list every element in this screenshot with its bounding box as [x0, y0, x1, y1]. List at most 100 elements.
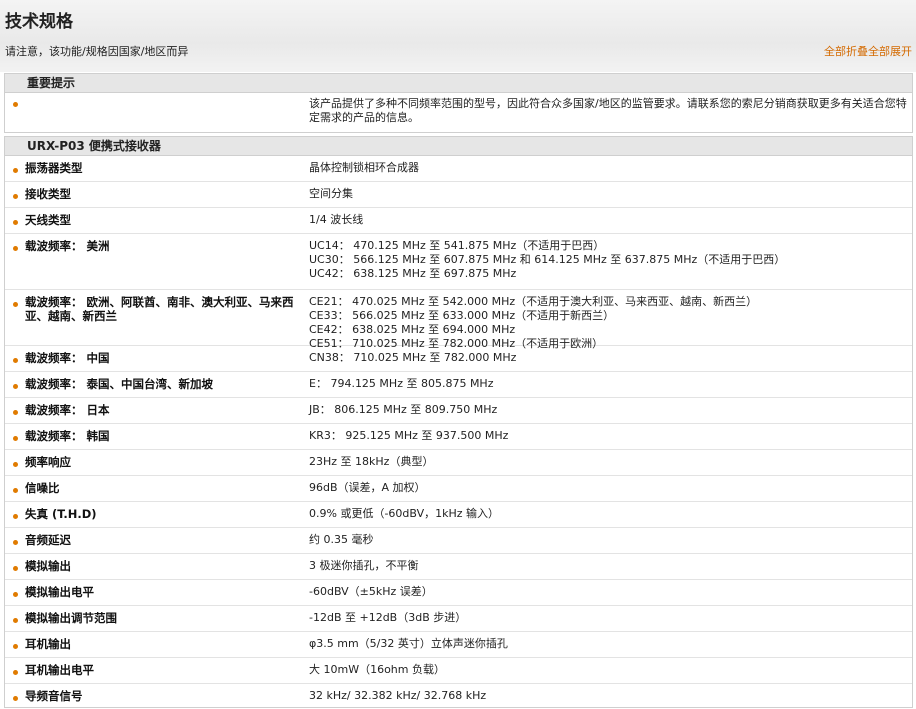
spec-label: 导频音信号 — [25, 689, 83, 703]
spec-row: 模拟输出 3 极迷你插孔，不平衡 — [5, 554, 912, 580]
spec-value-line: CE33： 566.025 MHz 至 633.000 MHz（不适用于新西兰） — [309, 309, 615, 322]
spec-row: 音频延迟 约 0.35 毫秒 — [5, 528, 912, 554]
bullet-icon — [13, 514, 18, 519]
spec-value-line: 96dB（误差，A 加权） — [309, 481, 426, 494]
bullet-icon — [13, 358, 18, 363]
spec-label: 天线类型 — [25, 213, 71, 227]
spec-value: -60dBV（±5kHz 误差） — [309, 585, 909, 599]
spec-value: φ3.5 mm（5/32 英寸）立体声迷你插孔 — [309, 637, 909, 651]
spec-value-line: φ3.5 mm（5/32 英寸）立体声迷你插孔 — [309, 637, 508, 650]
bullet-icon — [13, 302, 18, 307]
spec-row: 载波频率： 韩国 KR3： 925.125 MHz 至 937.500 MHz — [5, 424, 912, 450]
spec-value-line: UC14： 470.125 MHz 至 541.875 MHz（不适用于巴西） — [309, 239, 605, 252]
spec-value: JB： 806.125 MHz 至 809.750 MHz — [309, 403, 909, 417]
spec-label: 耳机输出电平 — [25, 663, 94, 677]
collapse-expand-all-link[interactable]: 全部折叠全部展开 — [824, 43, 912, 59]
spec-value-line: UC30： 566.125 MHz 至 607.875 MHz 和 614.12… — [309, 253, 786, 266]
spec-row: 模拟输出电平 -60dBV（±5kHz 误差） — [5, 580, 912, 606]
bullet-icon — [13, 670, 18, 675]
spec-label: 音频延迟 — [25, 533, 71, 547]
spec-value-line: CN38： 710.025 MHz 至 782.000 MHz — [309, 351, 517, 364]
spec-value: -12dB 至 +12dB（3dB 步进） — [309, 611, 909, 625]
spec-row: 载波频率： 日本 JB： 806.125 MHz 至 809.750 MHz — [5, 398, 912, 424]
spec-value: KR3： 925.125 MHz 至 937.500 MHz — [309, 429, 909, 443]
important-text: 该产品提供了多种不同频率范围的型号，因此符合众多国家/地区的监管要求。请联系您的… — [309, 97, 907, 124]
spec-value-line: 大 10mW（16ohm 负载） — [309, 663, 445, 676]
spec-value: 96dB（误差，A 加权） — [309, 481, 909, 495]
spec-row: 耳机输出电平 大 10mW（16ohm 负载） — [5, 658, 912, 684]
spec-value-line: -60dBV（±5kHz 误差） — [309, 585, 433, 598]
page-header: 技术规格 请注意，该功能/规格因国家/地区而异 全部折叠全部展开 — [0, 0, 916, 72]
spec-row: 载波频率： 美洲 UC14： 470.125 MHz 至 541.875 MHz（… — [5, 234, 912, 290]
bullet-icon — [13, 618, 18, 623]
spec-value-line: 约 0.35 毫秒 — [309, 533, 374, 546]
spec-label: 模拟输出 — [25, 559, 71, 573]
spec-value-line: 3 极迷你插孔，不平衡 — [309, 559, 419, 572]
spec-row: 信噪比 96dB（误差，A 加权） — [5, 476, 912, 502]
spec-value-line: JB： 806.125 MHz 至 809.750 MHz — [309, 403, 498, 416]
spec-value: 0.9% 或更低（-60dBV，1kHz 输入） — [309, 507, 909, 521]
spec-label: 载波频率： 欧洲、阿联酋、南非、澳大利亚、马来西亚、越南、新西兰 — [25, 295, 294, 323]
spec-value: 晶体控制锁相环合成器 — [309, 161, 909, 175]
spec-value-line: KR3： 925.125 MHz 至 937.500 MHz — [309, 429, 509, 442]
spec-value: 1/4 波长线 — [309, 213, 909, 227]
spec-value: 32 kHz/ 32.382 kHz/ 32.768 kHz — [309, 689, 909, 703]
bullet-icon — [13, 436, 18, 441]
spec-row: 载波频率： 中国 CN38： 710.025 MHz 至 782.000 MHz — [5, 346, 912, 372]
bullet-icon — [13, 644, 18, 649]
bullet-icon — [13, 102, 18, 107]
spec-value-line: 空间分集 — [309, 187, 353, 200]
spec-value: CN38： 710.025 MHz 至 782.000 MHz — [309, 351, 909, 365]
spec-label: 模拟输出调节范围 — [25, 611, 117, 625]
bullet-icon — [13, 246, 18, 251]
spec-label: 模拟输出电平 — [25, 585, 94, 599]
important-heading[interactable]: 重要提示 — [5, 74, 912, 93]
bullet-icon — [13, 566, 18, 571]
spec-value-line: 1/4 波长线 — [309, 213, 364, 226]
spec-label: 载波频率： 韩国 — [25, 429, 110, 443]
spec-label: 载波频率： 日本 — [25, 403, 110, 417]
important-section: 重要提示 该产品提供了多种不同频率范围的型号，因此符合众多国家/地区的监管要求。… — [4, 73, 913, 133]
bullet-icon — [13, 220, 18, 225]
spec-label: 载波频率： 泰国、中国台湾、新加坡 — [25, 377, 214, 391]
spec-row: 导频音信号 32 kHz/ 32.382 kHz/ 32.768 kHz — [5, 684, 912, 709]
spec-value-line: 32 kHz/ 32.382 kHz/ 32.768 kHz — [309, 689, 487, 702]
bullet-icon — [13, 488, 18, 493]
bullet-icon — [13, 168, 18, 173]
spec-label: 失真 (T.H.D) — [25, 507, 97, 521]
bullet-icon — [13, 592, 18, 597]
specs-section: URX-P03 便携式接收器 振荡器类型 晶体控制锁相环合成器接收类型 空间分集天线… — [4, 136, 913, 708]
spec-label: 信噪比 — [25, 481, 60, 495]
spec-label: 载波频率： 美洲 — [25, 239, 110, 253]
spec-label: 载波频率： 中国 — [25, 351, 110, 365]
spec-label: 耳机输出 — [25, 637, 71, 651]
bullet-icon — [13, 696, 18, 701]
spec-label: 接收类型 — [25, 187, 71, 201]
spec-value-line: 23Hz 至 18kHz（典型） — [309, 455, 434, 468]
specs-heading[interactable]: URX-P03 便携式接收器 — [5, 137, 912, 156]
spec-row: 载波频率： 欧洲、阿联酋、南非、澳大利亚、马来西亚、越南、新西兰 CE21： 47… — [5, 290, 912, 350]
spec-value-line: -12dB 至 +12dB（3dB 步进） — [309, 611, 467, 624]
important-row: 该产品提供了多种不同频率范围的型号，因此符合众多国家/地区的监管要求。请联系您的… — [5, 93, 912, 131]
spec-row: 频率响应 23Hz 至 18kHz（典型） — [5, 450, 912, 476]
spec-value-line: 晶体控制锁相环合成器 — [309, 161, 419, 174]
page-title: 技术规格 — [5, 12, 73, 32]
spec-label: 振荡器类型 — [25, 161, 83, 175]
bullet-icon — [13, 384, 18, 389]
spec-row: 模拟输出调节范围 -12dB 至 +12dB（3dB 步进） — [5, 606, 912, 632]
spec-value: 约 0.35 毫秒 — [309, 533, 909, 547]
spec-value: 23Hz 至 18kHz（典型） — [309, 455, 909, 469]
spec-row: 接收类型 空间分集 — [5, 182, 912, 208]
spec-value-line: UC42： 638.125 MHz 至 697.875 MHz — [309, 267, 517, 280]
spec-value: 大 10mW（16ohm 负载） — [309, 663, 909, 677]
spec-value: E： 794.125 MHz 至 805.875 MHz — [309, 377, 909, 391]
spec-value-line: CE42： 638.025 MHz 至 694.000 MHz — [309, 323, 516, 336]
spec-row: 耳机输出 φ3.5 mm（5/32 英寸）立体声迷你插孔 — [5, 632, 912, 658]
spec-row: 振荡器类型 晶体控制锁相环合成器 — [5, 156, 912, 182]
spec-row: 天线类型 1/4 波长线 — [5, 208, 912, 234]
spec-row: 载波频率： 泰国、中国台湾、新加坡 E： 794.125 MHz 至 805.87… — [5, 372, 912, 398]
region-notice: 请注意，该功能/规格因国家/地区而异 — [5, 45, 189, 58]
spec-label: 频率响应 — [25, 455, 71, 469]
spec-value: CE21： 470.025 MHz 至 542.000 MHz（不适用于澳大利亚… — [309, 295, 909, 351]
spec-row: 失真 (T.H.D) 0.9% 或更低（-60dBV，1kHz 输入） — [5, 502, 912, 528]
